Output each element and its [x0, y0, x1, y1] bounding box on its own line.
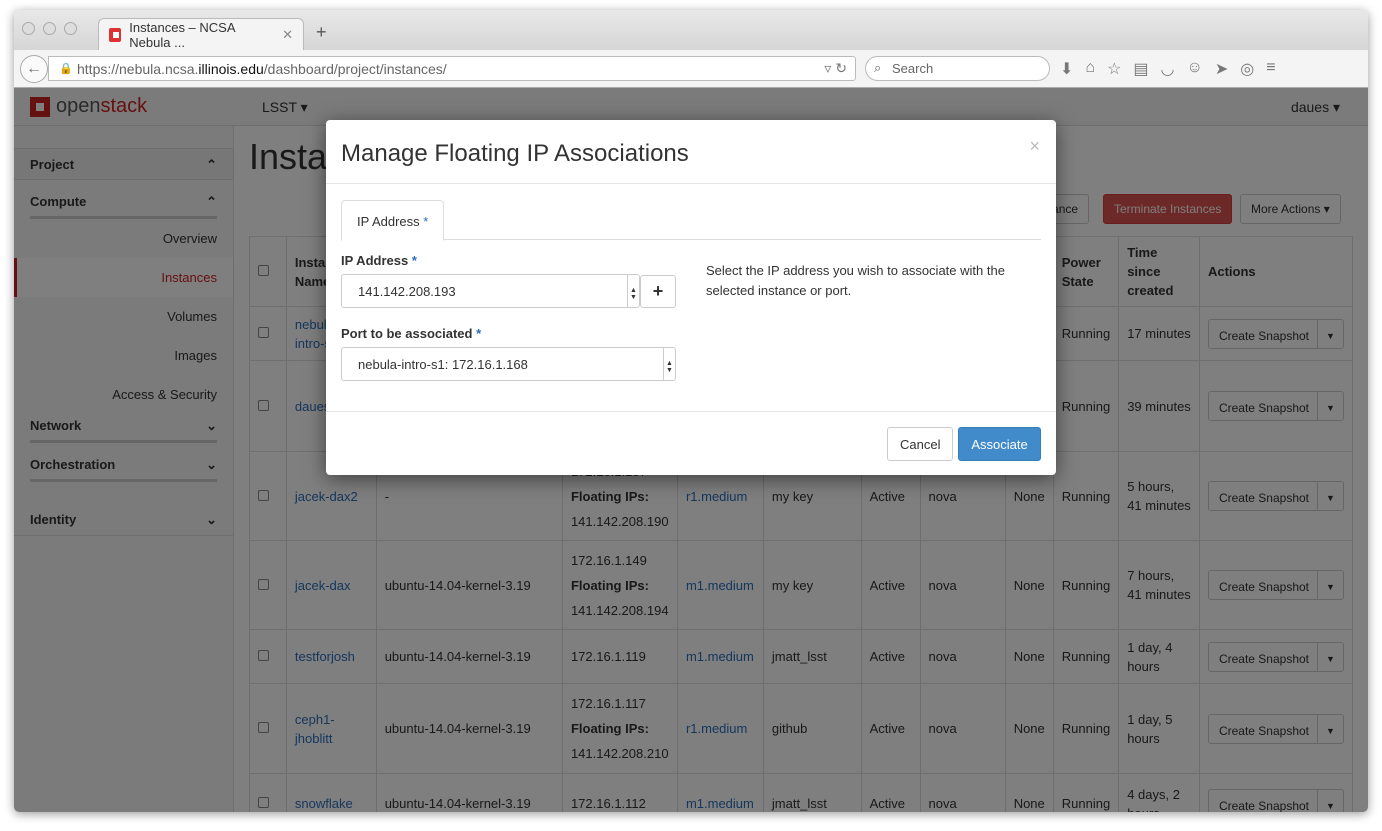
ip-address-value: 141.142.208.193	[358, 284, 456, 299]
minimize-button[interactable]	[43, 22, 56, 35]
menu-icon[interactable]: ≡	[1266, 59, 1275, 79]
zoom-button[interactable]	[64, 22, 77, 35]
url-domain: illinois.edu	[198, 61, 264, 77]
chat-icon[interactable]: ◎	[1240, 59, 1254, 79]
url-host: https://nebula.ncsa.	[77, 61, 199, 77]
addon-icon[interactable]: ☺	[1187, 59, 1203, 79]
back-button[interactable]: ←	[20, 55, 48, 83]
ip-address-label: IP Address *	[341, 253, 417, 268]
tab-bar: Instances – NCSA Nebula ... ✕ +	[14, 10, 1368, 50]
page: openstack LSST ▾ daues ▾ Project⌃ Comput…	[14, 88, 1368, 812]
close-window-button[interactable]	[22, 22, 35, 35]
browser-tab[interactable]: Instances – NCSA Nebula ... ✕	[98, 18, 304, 50]
label-text: IP Address	[341, 253, 409, 268]
address-bar-row: ← 🔒 https://nebula.ncsa.illinois.edu/dash…	[14, 50, 1368, 88]
home-icon[interactable]: ⌂	[1085, 59, 1095, 79]
lock-icon: 🔒	[59, 63, 73, 75]
port-label: Port to be associated *	[341, 326, 481, 341]
dropdown-caret-icon: ▲ ▼	[627, 275, 639, 307]
allocate-ip-button[interactable]: +	[640, 275, 676, 308]
reading-list-icon[interactable]: ▤	[1133, 59, 1148, 79]
required-marker: *	[476, 326, 482, 341]
tab-title: Instances – NCSA Nebula ...	[129, 19, 235, 50]
associate-button[interactable]: Associate	[958, 427, 1041, 461]
url-path: /dashboard/project/instances/	[263, 61, 447, 77]
bookmark-star-icon[interactable]: ☆	[1107, 59, 1121, 79]
dropdown-caret-icon: ▲ ▼	[663, 348, 675, 380]
floating-ip-modal: Manage Floating IP Associations × IP Addr…	[326, 120, 1056, 475]
label-text: Port to be associated	[341, 326, 473, 341]
port-select[interactable]: nebula-intro-s1: 172.16.1.168 ▲ ▼	[341, 347, 676, 381]
modal-footer: Cancel Associate	[326, 411, 1056, 475]
port-value: nebula-intro-s1: 172.16.1.168	[358, 357, 528, 372]
help-text: Select the IP address you wish to associ…	[706, 263, 1005, 298]
required-marker: *	[411, 253, 417, 268]
ip-address-select[interactable]: 141.142.208.193 ▲ ▼	[341, 274, 640, 308]
modal-title: Manage Floating IP Associations	[341, 140, 689, 167]
modal-tabs: IP Address *	[341, 200, 1041, 241]
required-marker: *	[423, 214, 429, 229]
modal-header: Manage Floating IP Associations ×	[326, 120, 1056, 184]
window-controls[interactable]	[22, 22, 77, 35]
tab-label: IP Address	[357, 214, 420, 229]
search-icon: ⌕	[874, 60, 882, 75]
search-input[interactable]: ⌕ Search	[865, 56, 1050, 81]
cancel-button[interactable]: Cancel	[887, 427, 954, 461]
send-icon[interactable]: ➤	[1215, 59, 1228, 79]
tab-ip-address[interactable]: IP Address *	[341, 200, 445, 241]
reload-icon[interactable]: ▿ ↻	[824, 60, 847, 77]
new-tab-button[interactable]: +	[316, 22, 327, 43]
toolbar-icons: ⬇ ⌂ ☆ ▤ ◡ ☺ ➤ ◎ ≡	[1060, 59, 1276, 79]
favicon-icon	[109, 27, 122, 42]
url-field[interactable]: 🔒 https://nebula.ncsa.illinois.edu/dashbo…	[48, 56, 856, 81]
download-icon[interactable]: ⬇	[1060, 59, 1073, 79]
close-tab-icon[interactable]: ✕	[282, 27, 293, 43]
close-icon[interactable]: ×	[1029, 136, 1040, 157]
search-placeholder: Search	[892, 61, 934, 76]
pocket-icon[interactable]: ◡	[1161, 59, 1175, 79]
browser-window: Instances – NCSA Nebula ... ✕ + ← 🔒 https:…	[14, 10, 1368, 812]
